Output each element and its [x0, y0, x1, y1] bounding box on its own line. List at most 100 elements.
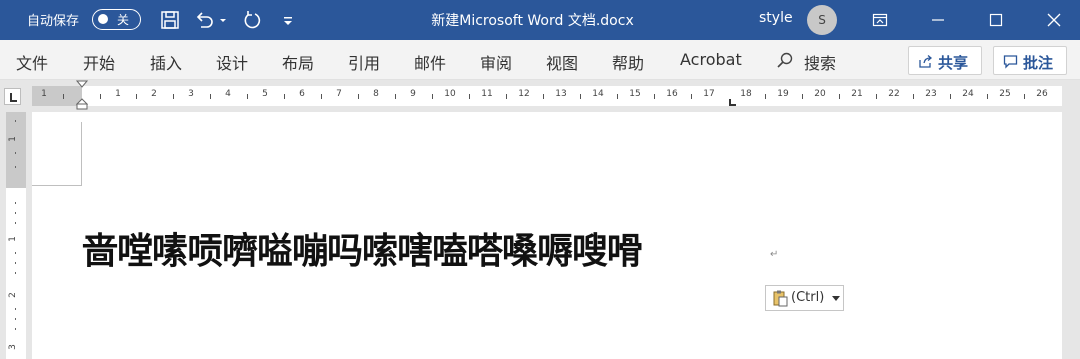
vertical-ruler[interactable]: 1 1 2 3	[6, 112, 26, 359]
ruler-tick	[654, 94, 655, 99]
maximize-button[interactable]	[976, 5, 1016, 35]
search-icon	[777, 52, 793, 68]
ruler-label: 23	[925, 89, 937, 99]
vruler-tick	[15, 202, 16, 204]
ruler-label: 15	[629, 89, 641, 99]
ruler-tick	[210, 94, 211, 99]
vruler-label: 3	[7, 344, 18, 350]
tab-file[interactable]: 文件	[16, 50, 48, 74]
ruler-label: 25	[999, 89, 1011, 99]
ruler-label: 6	[299, 89, 305, 99]
save-icon[interactable]	[158, 8, 182, 32]
paste-options-button[interactable]: (Ctrl)	[765, 285, 844, 311]
tab-selector[interactable]	[4, 88, 21, 105]
horizontal-ruler[interactable]: 1 1 2 3 4 5 6 7 8 9 10 11 12 13 14 15 16…	[32, 86, 1062, 106]
ruler-label: 9	[410, 89, 416, 99]
ruler-label: 2	[151, 89, 157, 99]
undo-dropdown-icon[interactable]	[217, 8, 229, 32]
ruler-tick	[987, 94, 988, 99]
ribbon-tabs: 文件 开始 插入 设计 布局 引用 邮件 审阅 视图 帮助 Acrobat 搜索…	[0, 40, 1080, 80]
paste-options-label: (Ctrl)	[791, 290, 825, 305]
tab-layout[interactable]: 布局	[282, 50, 314, 74]
vruler-tick	[15, 120, 16, 122]
vruler-tick	[15, 166, 16, 168]
tab-insert[interactable]: 插入	[150, 50, 182, 74]
autosave-toggle[interactable]: 关	[92, 9, 141, 30]
tab-view[interactable]: 视图	[546, 50, 578, 74]
ruler-tick	[950, 94, 951, 99]
tab-review[interactable]: 审阅	[480, 50, 512, 74]
ruler-label: 5	[262, 89, 268, 99]
ruler-label: 16	[666, 89, 678, 99]
vruler-label: 1	[7, 236, 18, 242]
tab-references[interactable]: 引用	[348, 50, 380, 74]
ruler-tick	[432, 94, 433, 99]
ruler-label: 12	[518, 89, 530, 99]
ruler-label: 10	[444, 89, 456, 99]
vruler-tick	[15, 262, 16, 264]
ruler-tick	[247, 94, 248, 99]
autosave-state: 关	[117, 13, 130, 27]
tab-mailings[interactable]: 邮件	[414, 50, 446, 74]
chevron-down-icon	[832, 296, 840, 301]
ruler-label: 22	[888, 89, 900, 99]
paragraph-mark: ↵	[770, 249, 779, 260]
ruler-tick	[839, 94, 840, 99]
tab-stop-marker[interactable]	[729, 99, 736, 106]
margin-corner-mark	[32, 122, 82, 186]
indent-marker[interactable]	[75, 80, 89, 110]
ruler-label: 17	[703, 89, 715, 99]
ruler-tick	[395, 94, 396, 99]
ruler-tick	[63, 94, 64, 99]
ribbon-display-options-button[interactable]	[860, 5, 900, 35]
comments-button[interactable]: 批注	[993, 46, 1067, 75]
vruler-tick	[15, 318, 16, 320]
vruler-tick	[15, 308, 16, 310]
comment-icon	[1003, 55, 1018, 69]
ruler-label: 1	[41, 89, 47, 99]
ruler-label: 19	[777, 89, 789, 99]
minimize-button[interactable]	[918, 5, 958, 35]
ruler-label: 8	[373, 89, 379, 99]
ruler-label: 13	[555, 89, 567, 99]
tab-design[interactable]: 设计	[216, 50, 248, 74]
ruler-tick	[802, 94, 803, 99]
undo-icon[interactable]	[193, 8, 217, 32]
ruler-tick	[580, 94, 581, 99]
share-button[interactable]: 共享	[908, 46, 982, 75]
ruler-tick	[321, 94, 322, 99]
document-page[interactable]: 啬嘡嗉唝嚌嗌嘣吗嗦嗐嗑嗒嗓嗕嗖嗗 ↵ (Ctrl)	[32, 112, 1062, 359]
ruler-tick	[617, 94, 618, 99]
ruler-tick	[100, 94, 101, 99]
ruler-label: 20	[814, 89, 826, 99]
ruler-label: 11	[481, 89, 493, 99]
ruler-tick	[543, 94, 544, 99]
tab-help[interactable]: 帮助	[612, 50, 644, 74]
close-button[interactable]	[1034, 5, 1074, 35]
vruler-tick	[15, 252, 16, 254]
vruler-label: 1	[7, 136, 18, 142]
ruler-label: 14	[592, 89, 604, 99]
left-margin-area	[32, 86, 82, 106]
ruler-tick	[765, 94, 766, 99]
share-icon	[919, 55, 933, 68]
redo-icon[interactable]	[240, 8, 264, 32]
vruler-tick	[15, 222, 16, 224]
ruler-label: 1	[115, 89, 121, 99]
clipboard-icon	[773, 290, 788, 307]
user-name[interactable]: style	[759, 10, 793, 26]
ruler-tick	[284, 94, 285, 99]
ruler-label: 24	[962, 89, 974, 99]
search-label: 搜索	[804, 54, 837, 73]
share-label: 共享	[938, 54, 969, 72]
customize-toolbar-icon[interactable]	[280, 8, 296, 32]
document-title: 新建Microsoft Word 文档.docx	[431, 13, 634, 29]
ruler-tick	[691, 94, 692, 99]
document-body-text[interactable]: 啬嘡嗉唝嚌嗌嘣吗嗦嗐嗑嗒嗓嗕嗖嗗	[82, 222, 643, 274]
avatar[interactable]: S	[807, 5, 837, 35]
tab-home[interactable]: 开始	[83, 50, 115, 74]
ruler-tick	[358, 94, 359, 99]
tab-acrobat[interactable]: Acrobat	[680, 50, 742, 69]
ruler-row: 1 1 2 3 4 5 6 7 8 9 10 11 12 13 14 15 16…	[0, 80, 1080, 110]
ruler-label: 26	[1036, 89, 1048, 99]
